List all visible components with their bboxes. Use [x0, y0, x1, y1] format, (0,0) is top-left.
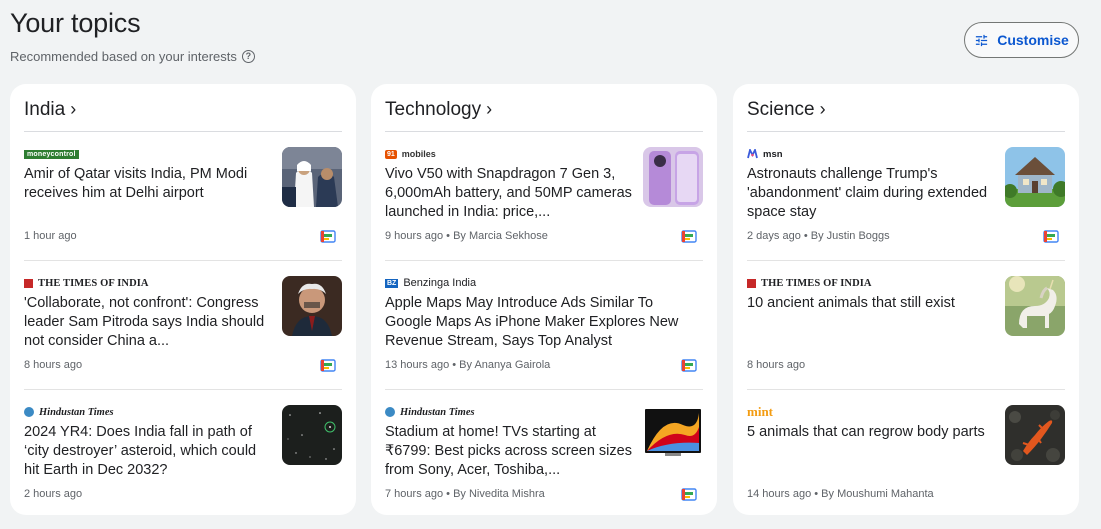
story-thumbnail[interactable] [643, 147, 703, 207]
source-name: Hindustan Times [39, 406, 114, 418]
story-meta: 2 hours ago [24, 488, 83, 500]
story-headline[interactable]: Amir of Qatar visits India, PM Modi rece… [24, 165, 272, 203]
source-logo: msn [747, 147, 783, 161]
story-headline[interactable]: 'Collaborate, not confront': Congress le… [24, 294, 272, 351]
story-item[interactable]: Hindustan Times Stadium at home! TVs sta… [385, 390, 703, 519]
story-meta: 14 hours ago • By Moushumi Mahanta [747, 488, 934, 500]
story-headline[interactable]: Astronauts challenge Trump's 'abandonmen… [747, 165, 995, 222]
story-headline[interactable]: 2024 YR4: Does India fall in path of ‘ci… [24, 423, 272, 480]
story-item[interactable]: THE TIMES OF INDIA 10 ancient animals th… [747, 261, 1065, 390]
story-meta: 9 hours ago • By Marcia Sekhose [385, 230, 548, 242]
source-prefix: 91 [385, 149, 397, 159]
story-thumbnail[interactable] [282, 405, 342, 465]
ht-logo-icon [385, 407, 395, 417]
story-headline[interactable]: 10 ancient animals that still exist [747, 294, 995, 313]
topic-card-technology: Technology › 91 mobiles Vivo V50 with Sn… [371, 84, 717, 515]
full-coverage-icon[interactable] [320, 229, 336, 243]
story-item[interactable]: moneycontrol Amir of Qatar visits India,… [24, 132, 342, 261]
page-title: Your topics [10, 8, 141, 38]
source-name: Benzinga India [403, 277, 477, 289]
topic-header-india[interactable]: India › [24, 84, 342, 132]
topic-title: Technology [385, 98, 482, 120]
topic-title: India [24, 98, 66, 120]
full-coverage-icon[interactable] [681, 358, 697, 372]
source-logo: BZ Benzinga India [385, 276, 476, 290]
story-thumbnail[interactable] [282, 276, 342, 336]
story-meta: 2 days ago • By Justin Boggs [747, 230, 890, 242]
toi-logo-icon [24, 278, 33, 288]
story-headline[interactable]: 5 animals that can regrow body parts [747, 423, 995, 442]
topic-header-technology[interactable]: Technology › [385, 84, 703, 132]
story-meta: 7 hours ago • By Nivedita Mishra [385, 488, 545, 500]
source-name: THE TIMES OF INDIA [761, 277, 872, 289]
story-item[interactable]: mint 5 animals that can regrow body part… [747, 390, 1065, 519]
tune-icon [976, 34, 988, 46]
chevron-right-icon: › [819, 99, 826, 119]
source-logo: THE TIMES OF INDIA [24, 276, 149, 290]
story-item[interactable]: THE TIMES OF INDIA 'Collaborate, not con… [24, 261, 342, 390]
source-logo: Hindustan Times [385, 405, 475, 419]
source-logo: 91 mobiles [385, 147, 436, 161]
subtitle-text: Recommended based on your interests [10, 49, 237, 64]
chevron-right-icon: › [70, 99, 77, 119]
story-meta: 8 hours ago [747, 359, 806, 371]
source-name: THE TIMES OF INDIA [38, 277, 149, 289]
full-coverage-icon[interactable] [320, 358, 336, 372]
story-thumbnail[interactable] [1005, 405, 1065, 465]
story-headline[interactable]: Stadium at home! TVs starting at ₹6799: … [385, 423, 633, 480]
story-headline[interactable]: Apple Maps May Introduce Ads Similar To … [385, 294, 695, 351]
story-thumbnail[interactable] [282, 147, 342, 207]
customise-button[interactable]: Customise [964, 22, 1079, 58]
msn-logo-icon [747, 149, 758, 159]
source-name: mobiles [401, 149, 436, 159]
page-subtitle: Recommended based on your interests ? [10, 49, 255, 64]
topic-card-india: India › moneycontrol Amir of Qatar visit… [10, 84, 356, 515]
source-logo: Hindustan Times [24, 405, 114, 419]
story-headline[interactable]: Vivo V50 with Snapdragon 7 Gen 3, 6,000m… [385, 165, 633, 222]
source-name: msn [763, 148, 783, 160]
story-thumbnail[interactable] [1005, 147, 1065, 207]
topic-title: Science [747, 98, 815, 120]
story-thumbnail[interactable] [643, 405, 703, 465]
source-prefix: BZ [385, 278, 399, 288]
source-logo: mint [747, 404, 773, 419]
source-logo: THE TIMES OF INDIA [747, 276, 872, 290]
full-coverage-icon[interactable] [1043, 229, 1059, 243]
help-circle-icon[interactable]: ? [241, 50, 255, 63]
full-coverage-icon[interactable] [681, 229, 697, 243]
story-meta: 1 hour ago [24, 230, 77, 242]
full-coverage-icon[interactable] [681, 487, 697, 501]
story-item[interactable]: Hindustan Times 2024 YR4: Does India fal… [24, 390, 342, 519]
story-meta: 13 hours ago • By Ananya Gairola [385, 359, 551, 371]
story-item[interactable]: 91 mobiles Vivo V50 with Snapdragon 7 Ge… [385, 132, 703, 261]
story-meta: 8 hours ago [24, 359, 83, 371]
ht-logo-icon [24, 407, 34, 417]
chevron-right-icon: › [486, 99, 493, 119]
story-item[interactable]: msn Astronauts challenge Trump's 'abando… [747, 132, 1065, 261]
toi-logo-icon [747, 278, 756, 288]
topic-header-science[interactable]: Science › [747, 84, 1065, 132]
topic-card-science: Science › msn Astronauts challenge Trump… [733, 84, 1079, 515]
story-item[interactable]: BZ Benzinga India Apple Maps May Introdu… [385, 261, 703, 390]
source-logo: moneycontrol [24, 147, 79, 161]
customise-label: Customise [997, 32, 1069, 48]
story-thumbnail[interactable] [1005, 276, 1065, 336]
topics-header: Your topics Recommended based on your in… [10, 8, 255, 64]
source-name: Hindustan Times [400, 406, 475, 418]
source-name: mint [747, 404, 773, 419]
source-name: moneycontrol [24, 149, 79, 159]
